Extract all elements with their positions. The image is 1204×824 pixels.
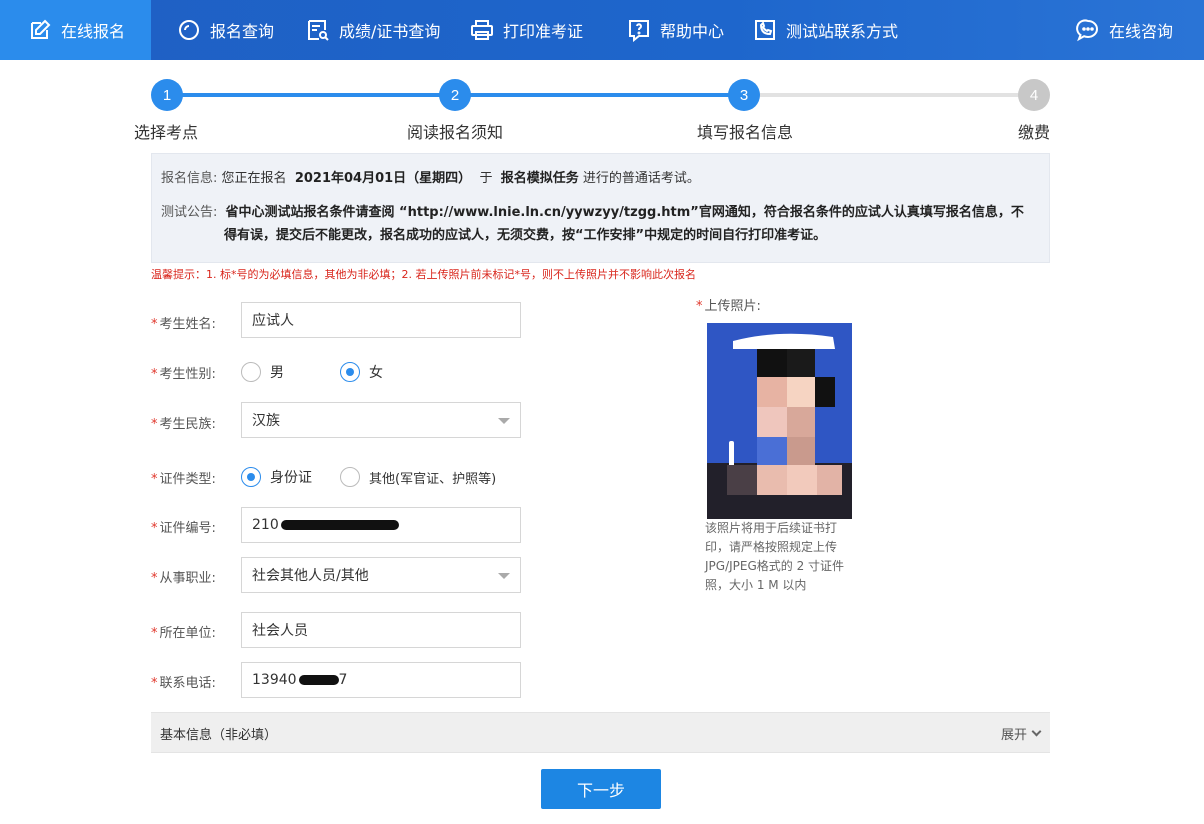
expand-toggle[interactable]: 展开: [1000, 724, 1042, 743]
redaction-mark: [280, 520, 399, 530]
info-key: 报名信息:: [161, 171, 218, 186]
nav-label: 帮助中心: [660, 22, 725, 41]
radio-circle: [340, 467, 360, 487]
basic-info-bar[interactable]: 基本信息（非必填） 展开: [151, 712, 1050, 753]
nav-label: 成绩/证书查询: [339, 22, 441, 41]
nav-label: 在线咨询: [1109, 22, 1174, 41]
phone-label: * 联系电话:: [151, 676, 216, 691]
step-4-circle: 4: [1018, 79, 1050, 111]
gender-label: * 考生性别:: [151, 367, 216, 382]
nav-label: 打印准考证: [503, 22, 584, 41]
id-type-other-radio[interactable]: 其他(军官证、护照等): [340, 467, 496, 487]
radio-circle: [340, 362, 360, 382]
required-tip: 温馨提示：1. 标*号的为必填信息，其他为非必填；2. 若上传照片前未标记*号，…: [151, 268, 696, 281]
gender-female-radio[interactable]: 女: [340, 362, 383, 382]
registration-info-box: 报名信息: 您正在报名 2021年04月01日（星期四） 于 报名模拟任务 进行…: [151, 153, 1050, 263]
id-number-value: 210: [252, 517, 279, 533]
redaction-mark: [298, 675, 339, 685]
phone-value-tail: 7: [338, 672, 348, 688]
pixelated-portrait-image: [707, 323, 852, 519]
name-input[interactable]: 应试人: [241, 302, 521, 338]
id-type-idcard-radio[interactable]: 身份证: [241, 467, 312, 487]
registration-info-line: 报名信息: 您正在报名 2021年04月01日（星期四） 于 报名模拟任务 进行…: [161, 167, 700, 186]
notice-key: 测试公告:: [161, 205, 218, 220]
photo-note: 该照片将用于后续证书打印，请严格按照规定上传JPG/JPEG格式的 2 寸证件照…: [705, 521, 845, 592]
employer-input[interactable]: 社会人员: [241, 612, 521, 648]
info-text: 于: [479, 171, 493, 186]
nav-item-online-registration[interactable]: 在线报名: [0, 0, 151, 60]
chevron-down-icon: [1031, 726, 1042, 737]
notice-line-2: 得有误，提交后不能更改，报名成功的应试人，无须交费，按“工作安排”中规定的时间自…: [224, 224, 826, 243]
occupation-label: * 从事职业:: [151, 571, 216, 586]
nav-label: 测试站联系方式: [786, 22, 899, 41]
photo-label: * 上传照片:: [696, 299, 761, 314]
ethnicity-label: * 考生民族:: [151, 417, 216, 432]
nav-label: 在线报名: [61, 22, 126, 41]
name-value: 应试人: [252, 313, 294, 329]
info-text: 进行的普通话考试。: [582, 171, 700, 186]
uploaded-photo[interactable]: [707, 323, 852, 519]
nav-item-registration-query[interactable]: 报名查询: [177, 0, 274, 60]
occupation-value: 社会其他人员/其他: [252, 568, 369, 584]
step-4-label: 缴费: [1018, 123, 1051, 142]
exam-task: 报名模拟任务: [500, 171, 579, 186]
nav-item-station-contact[interactable]: 测试站联系方式: [753, 0, 898, 60]
notice-text: 得有误，提交后不能更改，报名成功的应试人，无须交费，按“工作安排”中规定的时间自…: [224, 228, 827, 243]
phone-icon: [753, 18, 777, 42]
top-nav: 在线报名 报名查询 成绩/证书查询 打印准考证 帮助中心 测试站联系方式 在线咨…: [0, 0, 1204, 60]
nav-item-online-consult[interactable]: 在线咨询: [1076, 0, 1173, 60]
nav-label: 报名查询: [210, 22, 275, 41]
id-number-label: * 证件编号:: [151, 521, 216, 536]
edit-icon: [28, 18, 52, 42]
phone-input[interactable]: 13940 7: [241, 662, 521, 698]
exam-date: 2021年04月01日（星期四）: [294, 171, 472, 186]
step-2-circle: 2: [439, 79, 471, 111]
name-label: * 考生姓名:: [151, 317, 216, 332]
chevron-down-icon: [498, 573, 510, 579]
step-2-label: 阅读报名须知: [407, 123, 504, 142]
gender-male-radio[interactable]: 男: [241, 362, 284, 382]
step-1-label: 选择考点: [134, 123, 199, 142]
radio-circle: [241, 467, 261, 487]
id-number-input[interactable]: 210: [241, 507, 521, 543]
step-3-label: 填写报名信息: [697, 123, 794, 142]
ethnicity-select[interactable]: 汉族: [241, 402, 521, 438]
nav-item-print-admission[interactable]: 打印准考证: [470, 0, 583, 60]
employer-value: 社会人员: [252, 623, 308, 639]
notice-text: 省中心测试站报名条件请查阅 “http://www.lnie.ln.cn/yyw…: [225, 205, 1024, 220]
step-3-circle: 3: [728, 79, 760, 111]
search-icon: [177, 18, 201, 42]
employer-label: * 所在单位:: [151, 626, 216, 641]
chat-icon: [1076, 18, 1100, 42]
id-type-label: * 证件类型:: [151, 472, 216, 487]
next-step-button[interactable]: 下一步: [541, 769, 661, 809]
chevron-down-icon: [498, 418, 510, 424]
radio-circle: [241, 362, 261, 382]
ethnicity-value: 汉族: [252, 413, 280, 429]
nav-item-help-center[interactable]: 帮助中心: [627, 0, 724, 60]
nav-item-score-certificate-query[interactable]: 成绩/证书查询: [306, 0, 440, 60]
expand-label: 展开: [1000, 728, 1027, 743]
step-1-circle: 1: [151, 79, 183, 111]
basic-info-title: 基本信息（非必填）: [160, 728, 278, 743]
notice-line-1: 测试公告: 省中心测试站报名条件请查阅 “http://www.lnie.ln.…: [161, 201, 1024, 220]
info-text: 您正在报名: [221, 171, 287, 186]
printer-icon: [470, 18, 494, 42]
certificate-search-icon: [306, 18, 330, 42]
occupation-select[interactable]: 社会其他人员/其他: [241, 557, 521, 593]
phone-value: 13940: [252, 672, 297, 688]
help-icon: [627, 18, 651, 42]
